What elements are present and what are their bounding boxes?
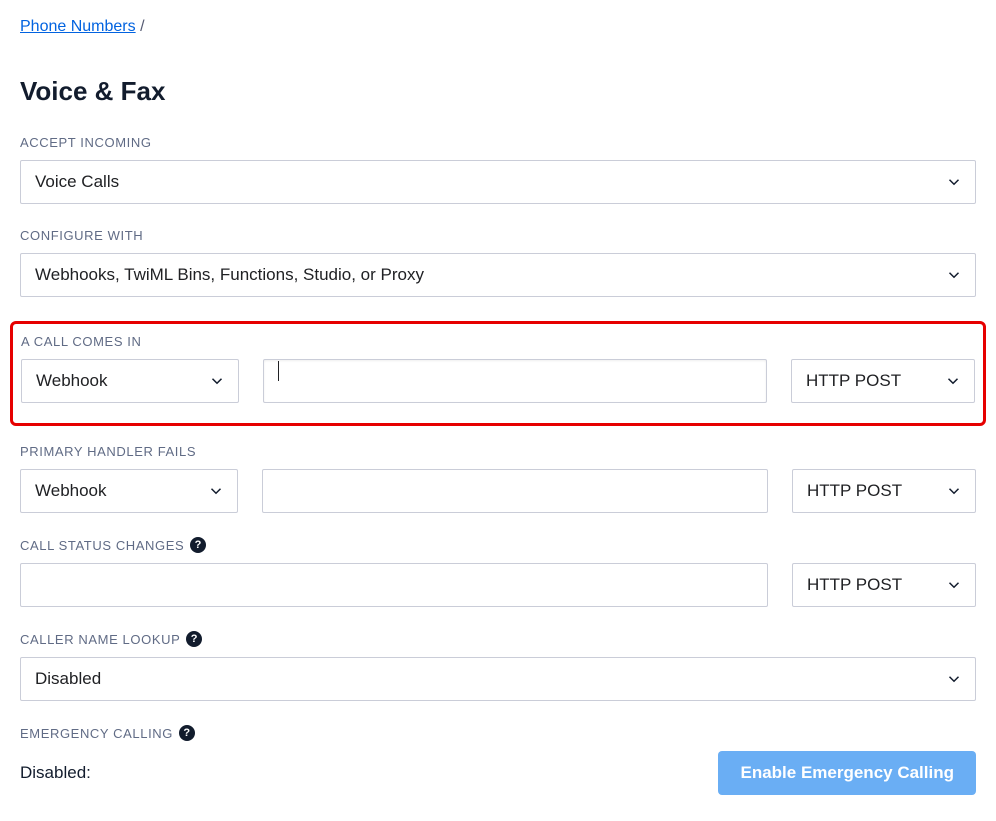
call-status-method-value: HTTP POST — [807, 575, 902, 595]
call-comes-in-highlight: A CALL COMES IN Webhook HTTP POST — [10, 321, 986, 426]
accept-incoming-group: ACCEPT INCOMING Voice Calls — [20, 135, 976, 204]
emergency-status: Disabled: — [20, 763, 91, 783]
chevron-down-icon — [945, 670, 963, 688]
configure-with-group: CONFIGURE WITH Webhooks, TwiML Bins, Fun… — [20, 228, 976, 297]
primary-fails-type-select[interactable]: Webhook — [20, 469, 238, 513]
configure-with-label: CONFIGURE WITH — [20, 228, 976, 243]
page-title: Voice & Fax — [20, 76, 976, 107]
call-comes-in-type-select[interactable]: Webhook — [21, 359, 239, 403]
caller-name-lookup-label: CALLER NAME LOOKUP — [20, 632, 180, 647]
primary-handler-fails-group: PRIMARY HANDLER FAILS Webhook HTTP POST — [20, 444, 976, 513]
call-comes-in-label: A CALL COMES IN — [21, 334, 975, 349]
help-icon[interactable]: ? — [186, 631, 202, 647]
primary-fails-type-value: Webhook — [35, 481, 107, 501]
call-status-url-input[interactable] — [20, 563, 768, 607]
help-icon[interactable]: ? — [179, 725, 195, 741]
configure-with-select[interactable]: Webhooks, TwiML Bins, Functions, Studio,… — [20, 253, 976, 297]
primary-fails-method-value: HTTP POST — [807, 481, 902, 501]
help-icon[interactable]: ? — [190, 537, 206, 553]
caller-name-lookup-value: Disabled — [35, 669, 101, 689]
configure-with-value: Webhooks, TwiML Bins, Functions, Studio,… — [35, 265, 424, 285]
call-comes-in-method-value: HTTP POST — [806, 371, 901, 391]
accept-incoming-value: Voice Calls — [35, 172, 119, 192]
call-comes-in-type-value: Webhook — [36, 371, 108, 391]
caller-name-lookup-group: CALLER NAME LOOKUP ? Disabled — [20, 631, 976, 701]
primary-handler-fails-label: PRIMARY HANDLER FAILS — [20, 444, 976, 459]
chevron-down-icon — [945, 576, 963, 594]
chevron-down-icon — [944, 372, 962, 390]
accept-incoming-select[interactable]: Voice Calls — [20, 160, 976, 204]
breadcrumb-link-phone-numbers[interactable]: Phone Numbers — [20, 18, 136, 35]
accept-incoming-label: ACCEPT INCOMING — [20, 135, 976, 150]
chevron-down-icon — [945, 266, 963, 284]
primary-fails-method-select[interactable]: HTTP POST — [792, 469, 976, 513]
primary-fails-url-input[interactable] — [262, 469, 768, 513]
emergency-calling-group: EMERGENCY CALLING ? Disabled: Enable Eme… — [20, 725, 976, 795]
call-comes-in-url-input[interactable] — [263, 359, 767, 403]
call-status-changes-group: CALL STATUS CHANGES ? HTTP POST — [20, 537, 976, 607]
breadcrumb: Phone Numbers / — [20, 18, 976, 36]
chevron-down-icon — [207, 482, 225, 500]
call-comes-in-method-select[interactable]: HTTP POST — [791, 359, 975, 403]
chevron-down-icon — [945, 482, 963, 500]
emergency-calling-label: EMERGENCY CALLING — [20, 726, 173, 741]
enable-emergency-calling-button[interactable]: Enable Emergency Calling — [718, 751, 976, 795]
breadcrumb-separator: / — [140, 18, 144, 35]
call-status-method-select[interactable]: HTTP POST — [792, 563, 976, 607]
chevron-down-icon — [208, 372, 226, 390]
caller-name-lookup-select[interactable]: Disabled — [20, 657, 976, 701]
chevron-down-icon — [945, 173, 963, 191]
call-status-changes-label: CALL STATUS CHANGES — [20, 538, 184, 553]
